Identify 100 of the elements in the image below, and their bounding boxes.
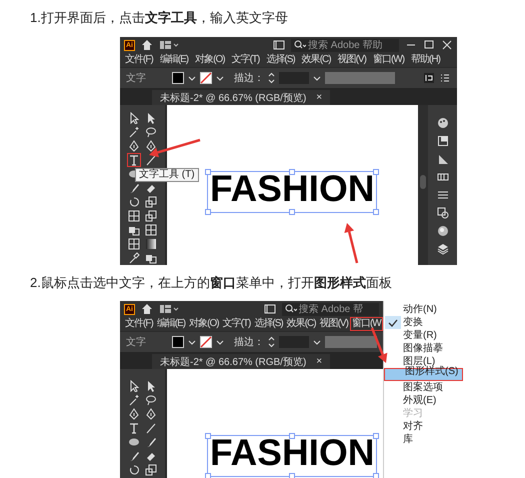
menu-item[interactable]: 帮助(H) bbox=[409, 53, 442, 67]
pen-tool[interactable] bbox=[144, 407, 158, 421]
document-tab[interactable]: 未标题-2* @ 66.67% (RGB/预览) × bbox=[152, 354, 330, 369]
fill-swatch[interactable] bbox=[172, 72, 184, 84]
home-icon[interactable] bbox=[141, 303, 153, 315]
grid-tool[interactable] bbox=[127, 209, 141, 223]
pen-tool[interactable] bbox=[127, 139, 141, 153]
lasso-tool[interactable] bbox=[144, 393, 158, 407]
square-panel-button[interactable] bbox=[436, 135, 448, 147]
spinner-icon[interactable] bbox=[268, 336, 275, 348]
palette-panel-button[interactable] bbox=[436, 117, 448, 129]
frame-panel-button[interactable] bbox=[436, 207, 448, 219]
menu-option[interactable]: 变换 bbox=[384, 316, 463, 329]
grid-tool[interactable] bbox=[144, 223, 158, 237]
step-caption: 2.鼠标点击选中文字，在上方的窗口菜单中，打开图形样式面板 bbox=[30, 275, 393, 291]
lasso-tool[interactable] bbox=[144, 125, 158, 139]
menu-item[interactable]: 选择(S) bbox=[252, 317, 285, 331]
document-tab[interactable]: 未标题-2* @ 66.67% (RGB/预览) × bbox=[152, 90, 330, 105]
layers-panel-button[interactable] bbox=[436, 243, 448, 255]
caret-icon[interactable] bbox=[313, 74, 321, 82]
caret-icon[interactable] bbox=[188, 74, 196, 82]
stroke-label: 描边： bbox=[234, 72, 264, 85]
layout-icon[interactable] bbox=[159, 39, 179, 51]
menu-option[interactable]: 对齐 bbox=[384, 420, 463, 433]
panel-toggle-icon[interactable] bbox=[264, 303, 276, 315]
search-icon bbox=[294, 40, 306, 50]
menu-option[interactable]: 图像描摹 bbox=[384, 342, 463, 355]
scale-tool[interactable] bbox=[144, 209, 158, 223]
stroke-label: 描边： bbox=[234, 336, 264, 349]
menu-option[interactable]: 变量(R) bbox=[384, 329, 463, 342]
menu-item[interactable]: 文件(F) bbox=[123, 53, 155, 67]
caret-icon[interactable] bbox=[313, 338, 321, 346]
caret-icon[interactable] bbox=[216, 338, 224, 346]
menu-option[interactable]: 库 bbox=[384, 433, 463, 446]
close-icon[interactable] bbox=[441, 39, 453, 51]
menu-item[interactable]: 对象(O) bbox=[187, 317, 221, 331]
menu-item[interactable]: 文字(T) bbox=[230, 53, 262, 67]
style-field[interactable] bbox=[325, 72, 395, 84]
search-icon bbox=[284, 304, 296, 314]
rotate-tool[interactable] bbox=[127, 463, 141, 477]
maximize-icon[interactable] bbox=[423, 39, 435, 51]
menu-item[interactable]: 视图(V) bbox=[318, 317, 350, 331]
type-tool[interactable] bbox=[127, 153, 141, 167]
menu-option[interactable]: 外观(E) bbox=[384, 394, 463, 407]
eyedropper-tool[interactable] bbox=[127, 251, 141, 265]
menu-option[interactable]: 动作(N) bbox=[384, 303, 463, 316]
menu-item[interactable]: 选择(S) bbox=[264, 53, 297, 67]
tab-title[interactable]: 未标题-2* @ 66.67% (RGB/预览) bbox=[160, 354, 306, 368]
menu-item[interactable]: 视图(V) bbox=[336, 53, 368, 67]
magic-wand-tool[interactable] bbox=[127, 125, 141, 139]
no-stroke-swatch[interactable] bbox=[200, 336, 212, 348]
tab-title[interactable]: 未标题-2* @ 66.67% (RGB/预览) bbox=[160, 90, 306, 104]
grid-tool[interactable] bbox=[127, 237, 141, 251]
layout-icon[interactable] bbox=[159, 303, 179, 315]
control-label: 文字 bbox=[126, 336, 146, 349]
pen-tool[interactable] bbox=[127, 407, 141, 421]
menu-item[interactable]: 文字(T) bbox=[220, 317, 252, 331]
sphere-panel-button[interactable] bbox=[436, 225, 448, 237]
grid-panel-button[interactable] bbox=[436, 171, 448, 183]
menu-item[interactable]: 文件(F) bbox=[123, 317, 155, 331]
annotation-arrow bbox=[370, 328, 388, 363]
type-tool[interactable] bbox=[127, 421, 141, 435]
line-tool[interactable] bbox=[144, 421, 158, 435]
menu-item[interactable]: 窗口(W) bbox=[370, 53, 406, 67]
search-field[interactable]: 搜索 Adobe 帮助 bbox=[291, 38, 399, 52]
menu-option[interactable]: 图形样式(S) bbox=[384, 368, 463, 381]
scrollbar[interactable] bbox=[418, 105, 428, 265]
canvas-text: FASHION bbox=[210, 168, 374, 209]
scale-tool[interactable] bbox=[144, 195, 158, 209]
step-caption: 1.打开界面后，点击文字工具，输入英文字母 bbox=[30, 10, 289, 26]
tooltip: 文字工具 (T) bbox=[135, 168, 199, 182]
menu-item[interactable]: 效果(C) bbox=[284, 317, 318, 331]
spinner-icon[interactable] bbox=[268, 72, 275, 84]
menu-item[interactable]: 对象(O) bbox=[193, 53, 227, 67]
list-icon[interactable] bbox=[439, 72, 451, 84]
caret-icon[interactable] bbox=[188, 338, 196, 346]
menu-item[interactable]: 编辑(E) bbox=[158, 53, 190, 67]
triangle-panel-button[interactable] bbox=[436, 153, 448, 165]
rotate-tool[interactable] bbox=[127, 195, 141, 209]
menu-item[interactable]: 效果(C) bbox=[300, 53, 333, 67]
scale-tool[interactable] bbox=[144, 463, 158, 477]
caret-icon[interactable] bbox=[216, 74, 224, 82]
annotation-arrow bbox=[344, 223, 358, 264]
menu-item[interactable]: 编辑(E) bbox=[154, 317, 188, 331]
style-field[interactable] bbox=[325, 336, 377, 348]
pen-tool[interactable] bbox=[144, 139, 158, 153]
tab-close-button[interactable]: × bbox=[316, 92, 322, 103]
fill-swatch[interactable] bbox=[172, 336, 184, 348]
gradient-tool[interactable] bbox=[144, 237, 158, 251]
menu-item[interactable]: 窗口(W bbox=[350, 317, 383, 331]
no-stroke-swatch[interactable] bbox=[200, 72, 212, 84]
menu-option[interactable]: 图案选项 bbox=[384, 381, 463, 394]
lines-panel-button[interactable] bbox=[436, 189, 448, 201]
tab-close-button[interactable]: × bbox=[316, 356, 322, 367]
home-icon[interactable] bbox=[141, 39, 153, 51]
align-icon[interactable] bbox=[423, 72, 435, 84]
panel-toggle-icon[interactable] bbox=[273, 39, 285, 51]
magic-wand-tool[interactable] bbox=[127, 393, 141, 407]
line-tool[interactable] bbox=[144, 153, 158, 167]
search-field[interactable]: 搜索 Adobe 帮 bbox=[282, 302, 379, 316]
